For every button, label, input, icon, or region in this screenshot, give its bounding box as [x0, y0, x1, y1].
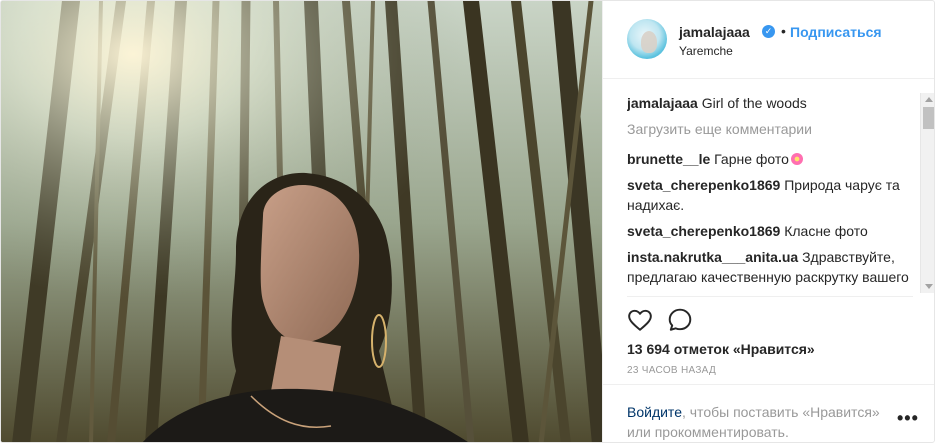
comments-list: jamalajaaa Girl of the woods Загрузить е…	[627, 93, 919, 291]
flower-emoji-icon	[790, 153, 803, 165]
comment-icon[interactable]	[667, 307, 693, 333]
verified-badge-icon: ✓	[762, 25, 775, 38]
forest-selfie-image	[1, 1, 602, 442]
caption: jamalajaaa Girl of the woods	[627, 93, 919, 113]
comment-username[interactable]: insta.nakrutka___anita.ua	[627, 249, 798, 265]
post-footer: Войдите, чтобы поставить «Нравится» или …	[603, 384, 934, 442]
comment-item: sveta_cherepenko1869 Природа чарує та на…	[627, 175, 919, 215]
more-options-icon[interactable]: •••	[897, 409, 919, 427]
load-more-comments-button[interactable]: Загрузить еще комментарии	[627, 119, 919, 139]
post-photo[interactable]	[1, 1, 602, 442]
comment-item: brunette__le Гарне фото	[627, 149, 919, 169]
comment-item: sveta_cherepenko1869 Класне фото	[627, 221, 919, 241]
caption-username[interactable]: jamalajaaa	[627, 95, 698, 111]
avatar[interactable]	[627, 19, 667, 59]
instagram-post: jamalajaaa ✓ • Подписаться Yaremche jama…	[0, 0, 935, 443]
login-link[interactable]: Войдите	[627, 404, 682, 420]
caption-text: Girl of the woods	[701, 95, 807, 111]
comment-username[interactable]: brunette__le	[627, 151, 710, 167]
comment-username[interactable]: sveta_cherepenko1869	[627, 223, 780, 239]
login-prompt: Войдите, чтобы поставить «Нравится» или …	[627, 402, 887, 442]
comment-item: insta.nakrutka___anita.ua Здравствуйте, …	[627, 247, 919, 291]
location-link[interactable]: Yaremche	[679, 44, 733, 58]
likes-count[interactable]: 13 694 отметок «Нравится»	[627, 341, 815, 357]
follow-button[interactable]: Подписаться	[790, 24, 882, 40]
post-timestamp[interactable]: 23 часов назад	[627, 365, 716, 376]
scrollbar-thumb[interactable]	[923, 107, 934, 129]
scroll-up-arrow-icon[interactable]	[925, 97, 933, 102]
post-actions: 13 694 отметок «Нравится» 23 часов назад	[627, 296, 913, 391]
post-side-panel: jamalajaaa ✓ • Подписаться Yaremche jama…	[602, 1, 934, 442]
separator-dot: •	[781, 23, 786, 39]
username-link[interactable]: jamalajaaa	[679, 24, 750, 40]
heart-icon[interactable]	[627, 307, 653, 333]
comment-username[interactable]: sveta_cherepenko1869	[627, 177, 780, 193]
comment-text: Класне фото	[784, 223, 868, 239]
comment-text: Гарне фото	[714, 151, 789, 167]
comments-scrollbar[interactable]	[920, 93, 934, 293]
scroll-down-arrow-icon[interactable]	[925, 284, 933, 289]
post-header: jamalajaaa ✓ • Подписаться Yaremche	[603, 1, 934, 79]
